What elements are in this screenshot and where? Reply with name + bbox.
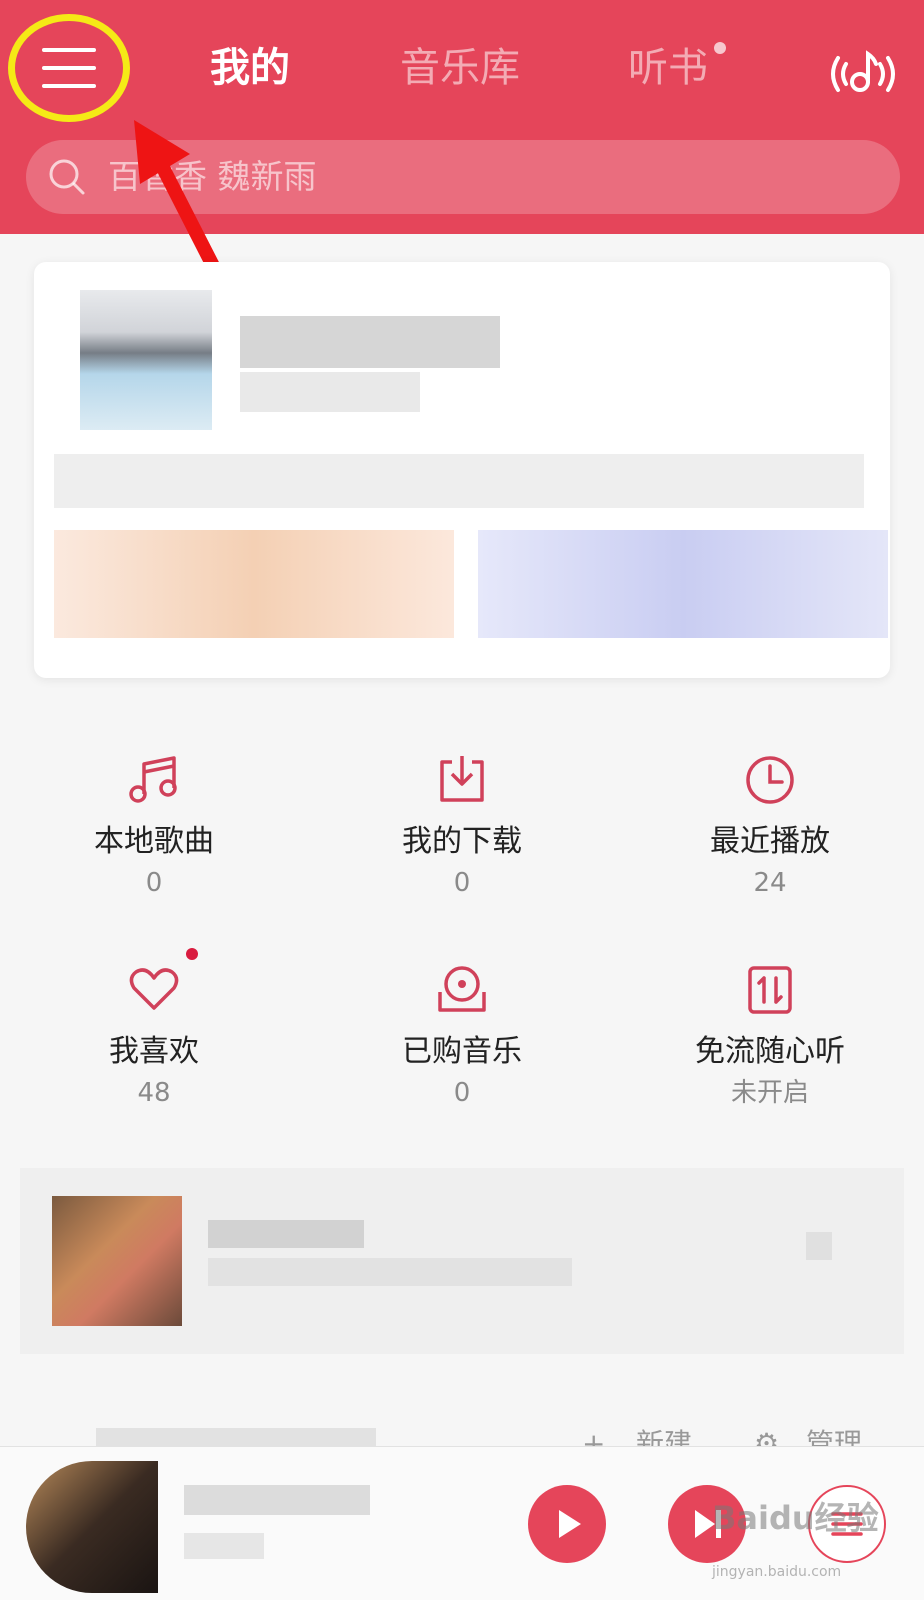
grid-count: 0 <box>453 868 471 898</box>
grid-label: 我的下载 <box>402 824 522 859</box>
gear-icon[interactable]: ⚙ <box>754 1424 779 1448</box>
now-playing-artist-blurred <box>184 1533 264 1559</box>
recent-playlist-card[interactable] <box>20 1168 904 1354</box>
grid-count: 0 <box>145 868 163 898</box>
grid-item-favorites[interactable]: 我喜欢 48 <box>24 948 284 1110</box>
tab-mine[interactable]: 我的 <box>210 40 290 96</box>
grid-count: 0 <box>453 1078 471 1108</box>
favorites-new-dot <box>186 948 198 960</box>
user-level-blurred <box>240 372 420 412</box>
music-note-icon <box>129 756 177 803</box>
grid-count: 24 <box>753 868 787 898</box>
playlist-action-blurred[interactable] <box>806 1232 832 1260</box>
audiobook-notification-dot <box>714 42 726 54</box>
purchased-disc-icon <box>438 966 486 1012</box>
now-playing-cover[interactable] <box>26 1461 158 1593</box>
listen-recognition-icon[interactable] <box>824 46 902 102</box>
watermark-url: jingyan.baidu.com <box>712 1564 842 1580</box>
grid-item-local-songs[interactable]: 本地歌曲 0 <box>24 752 284 900</box>
download-icon <box>440 756 484 802</box>
vip-banner-right[interactable] <box>478 530 888 638</box>
play-icon <box>559 1510 581 1538</box>
grid-item-my-downloads[interactable]: 我的下载 0 <box>332 752 592 900</box>
tab-music-library[interactable]: 音乐库 <box>400 40 520 96</box>
manage-button[interactable]: 管理 <box>806 1424 862 1448</box>
created-playlists-header: + 新建 ⚙ 管理 <box>0 1418 924 1448</box>
grid-label: 本地歌曲 <box>94 824 214 859</box>
profile-card[interactable] <box>34 262 890 678</box>
menu-icon <box>42 48 96 88</box>
heart-icon <box>129 968 179 1010</box>
search-icon <box>49 159 85 195</box>
profile-stats-blurred <box>54 454 864 508</box>
grid-label: 已购音乐 <box>402 1034 522 1069</box>
playlist-title-blurred <box>208 1220 364 1248</box>
grid-label: 我喜欢 <box>109 1034 199 1069</box>
menu-button[interactable] <box>8 14 130 122</box>
grid-item-purchased-music[interactable]: 已购音乐 0 <box>332 962 592 1110</box>
now-playing-title-blurred <box>184 1485 370 1515</box>
grid-label: 最近播放 <box>710 824 830 859</box>
avatar[interactable] <box>80 290 212 430</box>
user-name-blurred <box>240 316 500 368</box>
new-playlist-button[interactable]: 新建 <box>636 1424 692 1448</box>
section-title-blurred <box>96 1428 376 1448</box>
grid-count: 未开启 <box>730 1078 809 1108</box>
plus-icon[interactable]: + <box>582 1424 605 1448</box>
tab-audiobook[interactable]: 听书 <box>628 40 708 96</box>
playlist-subtitle-blurred <box>208 1258 572 1286</box>
grid-item-data-free[interactable]: 免流随心听 未开启 <box>640 962 900 1110</box>
grid-label: 免流随心听 <box>695 1034 845 1069</box>
grid-item-recent-plays[interactable]: 最近播放 24 <box>640 752 900 900</box>
watermark-logo: Baidu经验 <box>712 1499 879 1537</box>
grid-count: 48 <box>137 1078 171 1108</box>
playlist-cover <box>52 1196 182 1326</box>
data-free-icon <box>748 966 792 1014</box>
vip-banner-left[interactable] <box>54 530 454 638</box>
clock-icon <box>746 756 794 804</box>
play-button[interactable] <box>528 1485 606 1563</box>
